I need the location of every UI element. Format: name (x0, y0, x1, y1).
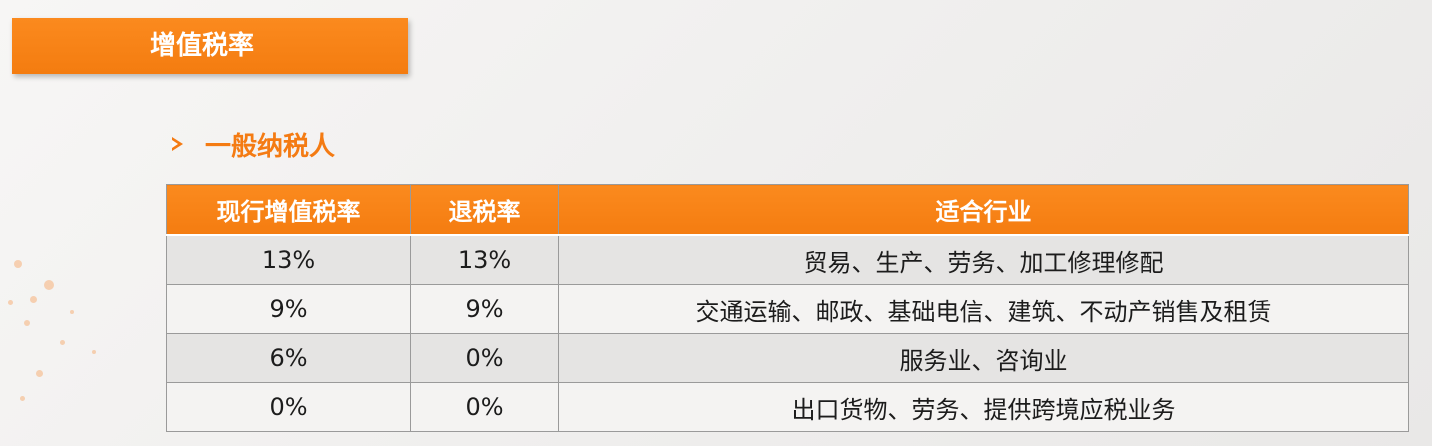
cell-vat-rate: 9% (166, 284, 411, 334)
cell-vat-rate: 0% (166, 382, 411, 432)
header-refund-rate: 退税率 (410, 184, 559, 236)
section-heading-text: 一般纳税人 (205, 131, 336, 162)
cell-vat-rate: 6% (166, 333, 411, 383)
cell-industry: 出口货物、劳务、提供跨境应税业务 (558, 382, 1409, 432)
banner-title: 增值税率 (150, 31, 255, 61)
header-applicable-industry: 适合行业 (558, 184, 1409, 236)
header-current-vat-rate: 现行增值税率 (166, 184, 411, 236)
title-banner: 增值税率 (12, 18, 408, 74)
cell-refund-rate: 0% (410, 382, 559, 432)
table-row: 6% 0% 服务业、咨询业 (166, 333, 1409, 383)
table-row: 0% 0% 出口货物、劳务、提供跨境应税业务 (166, 382, 1409, 432)
cell-industry: 贸易、生产、劳务、加工修理修配 (558, 234, 1409, 285)
cell-refund-rate: 9% (410, 284, 559, 334)
section-heading: 一般纳税人 (172, 124, 335, 164)
table-row: 9% 9% 交通运输、邮政、基础电信、建筑、不动产销售及租赁 (166, 284, 1409, 334)
cell-refund-rate: 13% (410, 234, 559, 285)
cell-industry: 交通运输、邮政、基础电信、建筑、不动产销售及租赁 (558, 284, 1409, 334)
cell-vat-rate: 13% (166, 234, 411, 285)
cell-refund-rate: 0% (410, 333, 559, 383)
cell-industry: 服务业、咨询业 (558, 333, 1409, 383)
decorative-dots (0, 200, 160, 440)
arrow-bullet-icon (172, 137, 183, 151)
table-header-row: 现行增值税率 退税率 适合行业 (166, 184, 1409, 236)
vat-rate-table: 现行增值税率 退税率 适合行业 13% 13% 贸易、生产、劳务、加工修理修配 … (166, 184, 1409, 432)
table-row: 13% 13% 贸易、生产、劳务、加工修理修配 (166, 234, 1409, 285)
